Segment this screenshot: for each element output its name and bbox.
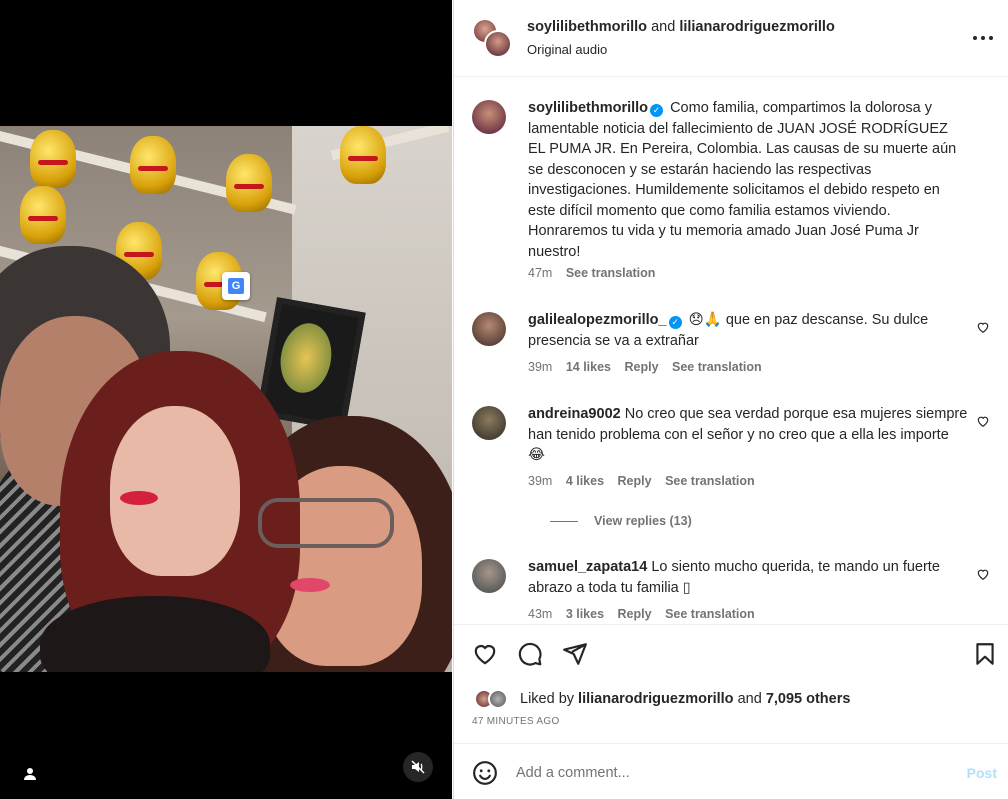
emoji-icon[interactable] [472, 760, 498, 786]
see-translation-link[interactable]: See translation [672, 360, 762, 374]
comment-icon[interactable] [517, 641, 543, 667]
post-media[interactable]: G [0, 0, 452, 799]
heart-icon[interactable] [976, 567, 990, 581]
more-icon[interactable] [971, 26, 995, 50]
comment-time[interactable]: 39m [528, 474, 552, 488]
comment-author[interactable]: galilealopezmorillo_ [528, 312, 667, 328]
user-tag-icon[interactable] [16, 760, 44, 788]
heart-icon[interactable] [472, 641, 498, 667]
see-translation-link[interactable]: See translation [665, 474, 755, 488]
reply-button[interactable]: Reply [624, 360, 658, 374]
translate-icon: G [222, 272, 250, 300]
post-photo[interactable]: G [0, 126, 452, 672]
author-link[interactable]: soylilibethmorillo [527, 19, 647, 35]
audio-link[interactable]: Original audio [527, 42, 607, 57]
comment-input[interactable] [516, 760, 936, 786]
see-translation-link[interactable]: See translation [665, 607, 755, 621]
reply-button[interactable]: Reply [618, 607, 652, 621]
coauthor-link[interactable]: lilianarodriguezmorillo [679, 19, 835, 35]
share-icon[interactable] [562, 641, 588, 667]
caption-time[interactable]: 47m [528, 266, 552, 280]
avatar[interactable] [472, 18, 512, 58]
verified-icon: ✓ [668, 316, 682, 329]
avatar[interactable] [472, 312, 506, 346]
comment-likes[interactable]: 4 likes [566, 474, 604, 488]
liked-by-user-link[interactable]: lilianarodriguezmorillo [578, 691, 734, 707]
mute-icon[interactable] [403, 752, 433, 782]
caption-author[interactable]: soylilibethmorillo [528, 100, 648, 116]
comment-time[interactable]: 39m [528, 360, 552, 374]
likes-count-link[interactable]: 7,095 others [766, 691, 851, 707]
heart-icon[interactable] [976, 414, 990, 428]
post-timestamp[interactable]: 47 MINUTES AGO [472, 716, 560, 727]
avatar[interactable] [472, 100, 506, 134]
liked-by-text: Liked by lilianarodriguezmorillo and 7,0… [520, 691, 851, 707]
avatar[interactable] [472, 559, 506, 593]
see-translation-link[interactable]: See translation [566, 266, 656, 280]
verified-icon: ✓ [650, 104, 664, 117]
bookmark-icon[interactable] [972, 641, 998, 667]
comment-time[interactable]: 43m [528, 607, 552, 621]
comment-author[interactable]: andreina9002 [528, 406, 621, 422]
avatar[interactable] [472, 406, 506, 440]
post-button[interactable]: Post [967, 765, 997, 781]
post-details-panel: soylilibethmorillo and lilianarodriguezm… [453, 0, 1008, 799]
caption-text: Como familia, compartimos la dolorosa y … [528, 100, 957, 260]
comment-likes[interactable]: 3 likes [566, 607, 604, 621]
post-actions: Liked by lilianarodriguezmorillo and 7,0… [454, 624, 1008, 742]
comment-likes[interactable]: 14 likes [566, 360, 611, 374]
reply-button[interactable]: Reply [618, 474, 652, 488]
liked-by-avatars[interactable] [474, 689, 514, 711]
post-header: soylilibethmorillo and lilianarodriguezm… [454, 0, 1008, 77]
post-authors: soylilibethmorillo and lilianarodriguezm… [527, 19, 835, 35]
heart-icon[interactable] [976, 320, 990, 334]
add-comment-bar: Post [454, 743, 1008, 799]
comment-author[interactable]: samuel_zapata14 [528, 559, 647, 575]
view-replies-button[interactable]: View replies (13) [550, 514, 692, 528]
comments-list[interactable]: soylilibethmorillo ✓ Como familia, compar… [454, 78, 1008, 624]
